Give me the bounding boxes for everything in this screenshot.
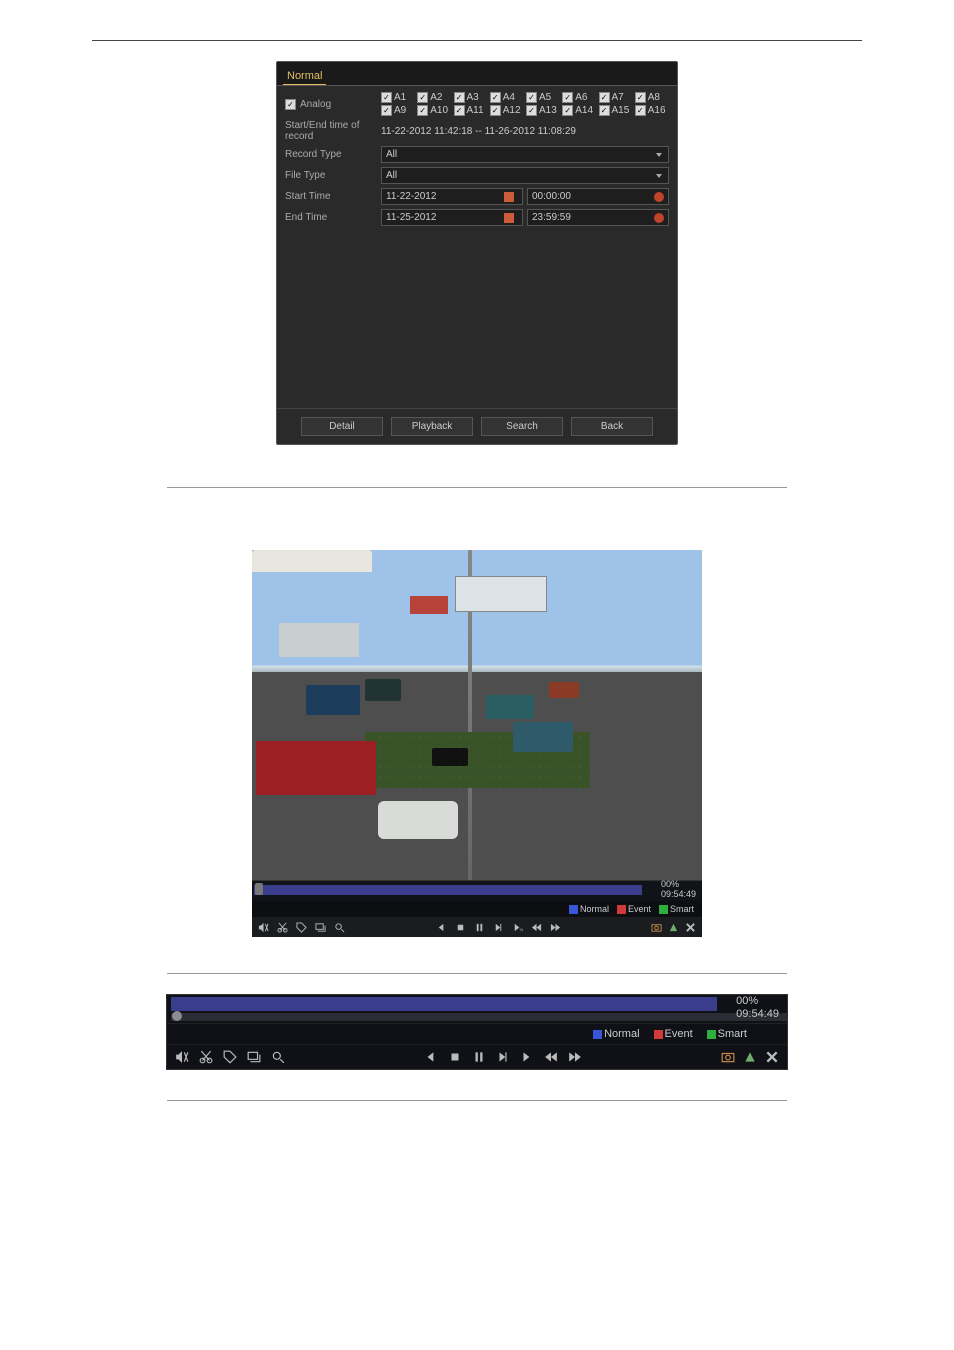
ch-a11-checkbox[interactable]: ✓: [454, 105, 465, 116]
filetype-select[interactable]: All: [381, 167, 669, 184]
starttime-label: Start Time: [285, 191, 381, 202]
tag-icon[interactable]: [296, 922, 307, 933]
tag-icon[interactable]: [223, 1050, 237, 1064]
tab-normal[interactable]: Normal: [283, 68, 326, 85]
event-swatch: [617, 905, 626, 914]
fastfwd-icon[interactable]: [568, 1050, 582, 1064]
detail-button[interactable]: Detail: [301, 417, 383, 436]
ch-a4-checkbox[interactable]: ✓: [490, 92, 501, 103]
ch-a10-checkbox[interactable]: ✓: [417, 105, 428, 116]
event-swatch: [654, 1030, 663, 1039]
playback-toolbar: 00%09:54:49 Normal Event Smart: [166, 994, 788, 1070]
tab-bar: Normal: [277, 62, 677, 86]
slow-icon[interactable]: [520, 1050, 534, 1064]
exit-icon[interactable]: [685, 922, 696, 933]
timeline[interactable]: 00%09:54:49: [167, 995, 787, 1024]
snapshot-icon[interactable]: [651, 922, 662, 933]
legend: Normal Event Smart: [167, 1024, 787, 1045]
filetype-label: File Type: [285, 170, 381, 181]
playhead[interactable]: [255, 883, 263, 895]
clip-icon[interactable]: [277, 922, 288, 933]
svg-text:¼: ¼: [519, 927, 523, 932]
playback-window: 00%09:54:49 Normal Event Smart: [252, 550, 702, 937]
snapshot-icon[interactable]: [721, 1050, 735, 1064]
rewind-icon[interactable]: [544, 1050, 558, 1064]
playhead[interactable]: [172, 1011, 182, 1021]
timeline[interactable]: 00%09:54:49: [252, 880, 702, 901]
ch-a13-checkbox[interactable]: ✓: [526, 105, 537, 116]
exit-icon[interactable]: [765, 1050, 779, 1064]
mute-icon[interactable]: [175, 1050, 189, 1064]
prev-icon[interactable]: [436, 922, 447, 933]
clip-icon[interactable]: [199, 1050, 213, 1064]
fastfwd-icon[interactable]: [550, 922, 561, 933]
video-area[interactable]: [252, 550, 702, 880]
channel-grid: ✓A1 ✓A2 ✓A3 ✓A4 ✓A5 ✓A6 ✓A7 ✓A8 ✓A9 ✓A10…: [381, 92, 669, 116]
progress-time: 09:54:49: [661, 889, 696, 899]
analog-label: Analog: [300, 99, 331, 110]
tag-manage-icon[interactable]: [315, 922, 326, 933]
rectype-label: Record Type: [285, 149, 381, 160]
mute-icon[interactable]: [258, 922, 269, 933]
frame-fwd-icon[interactable]: [496, 1050, 510, 1064]
progress-time: 09:54:49: [736, 1008, 779, 1020]
prev-icon[interactable]: [424, 1050, 438, 1064]
startend-value: 11-22-2012 11:42:18 -- 11-26-2012 11:08:…: [381, 126, 576, 137]
ch-a15-checkbox[interactable]: ✓: [599, 105, 610, 116]
frame-fwd-icon[interactable]: [493, 922, 504, 933]
ch-a16-checkbox[interactable]: ✓: [635, 105, 646, 116]
smart-swatch: [707, 1030, 716, 1039]
hide-icon[interactable]: [743, 1050, 757, 1064]
ch-a5-checkbox[interactable]: ✓: [526, 92, 537, 103]
startend-label: Start/End time of record: [285, 120, 381, 142]
legend: Normal Event Smart: [252, 901, 702, 917]
rectype-select[interactable]: All: [381, 146, 669, 163]
stop-icon[interactable]: [448, 1050, 462, 1064]
playback-button[interactable]: Playback: [391, 417, 473, 436]
ch-a1-checkbox[interactable]: ✓: [381, 92, 392, 103]
start-time-input[interactable]: 00:00:00: [527, 188, 669, 205]
endtime-label: End Time: [285, 212, 381, 223]
clock-icon[interactable]: [654, 213, 664, 223]
hide-icon[interactable]: [668, 922, 679, 933]
pause-icon[interactable]: [472, 1050, 486, 1064]
calendar-icon[interactable]: [504, 213, 514, 223]
ch-a9-checkbox[interactable]: ✓: [381, 105, 392, 116]
normal-swatch: [593, 1030, 602, 1039]
progress-pct: 00%: [736, 995, 758, 1007]
control-bar: ¼: [252, 917, 702, 937]
calendar-icon[interactable]: [504, 192, 514, 202]
tag-manage-icon[interactable]: [247, 1050, 261, 1064]
start-date-input[interactable]: 11-22-2012: [381, 188, 523, 205]
ch-a8-checkbox[interactable]: ✓: [635, 92, 646, 103]
ch-a6-checkbox[interactable]: ✓: [562, 92, 573, 103]
clock-icon[interactable]: [654, 192, 664, 202]
ch-a14-checkbox[interactable]: ✓: [562, 105, 573, 116]
ch-a7-checkbox[interactable]: ✓: [599, 92, 610, 103]
normal-search-dialog: Normal ✓ Analog ✓A1 ✓A2 ✓A3 ✓A4 ✓A5 ✓A6: [276, 61, 678, 445]
end-time-input[interactable]: 23:59:59: [527, 209, 669, 226]
pause-icon[interactable]: [474, 922, 485, 933]
stop-icon[interactable]: [455, 922, 466, 933]
progress-pct: 00%: [661, 879, 679, 889]
normal-swatch: [569, 905, 578, 914]
control-bar: [167, 1045, 787, 1069]
zoom-icon[interactable]: [271, 1050, 285, 1064]
search-button[interactable]: Search: [481, 417, 563, 436]
end-date-input[interactable]: 11-25-2012: [381, 209, 523, 226]
back-button[interactable]: Back: [571, 417, 653, 436]
ch-a3-checkbox[interactable]: ✓: [454, 92, 465, 103]
slow-icon[interactable]: ¼: [512, 922, 523, 933]
ch-a2-checkbox[interactable]: ✓: [417, 92, 428, 103]
analog-master-checkbox[interactable]: ✓: [285, 99, 296, 110]
zoom-icon[interactable]: [334, 922, 345, 933]
smart-swatch: [659, 905, 668, 914]
ch-a12-checkbox[interactable]: ✓: [490, 105, 501, 116]
rewind-icon[interactable]: [531, 922, 542, 933]
